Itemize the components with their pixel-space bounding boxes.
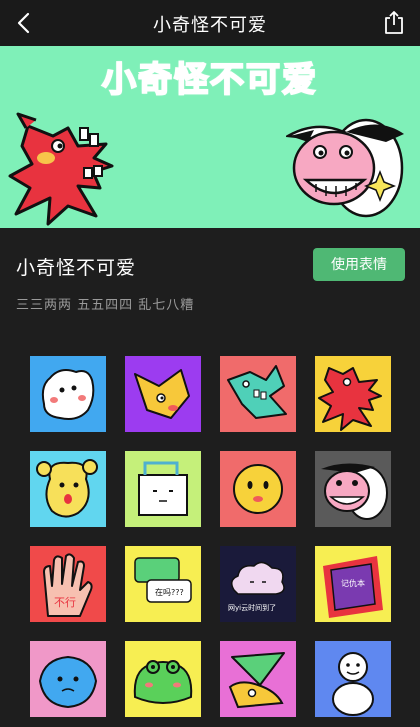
red-dragon-monster-icon — [318, 367, 382, 431]
blue-whale-monster-icon — [38, 655, 98, 709]
sticker-tile[interactable]: 在吗??? — [125, 546, 201, 622]
notebook-text: 记仇本 — [341, 578, 365, 588]
sticker-tile[interactable] — [220, 641, 296, 717]
sticker-grid: 不行 在吗??? 网yi云时间到了 记仇本 — [0, 350, 420, 727]
sticker-tile[interactable]: 网yi云时间到了 — [220, 546, 296, 622]
use-sticker-button[interactable]: 使用表情 — [313, 248, 405, 281]
page-title: 小奇怪不可爱 — [153, 15, 267, 36]
sticker-tile[interactable] — [315, 641, 391, 717]
pack-name: 小奇怪不可爱 — [16, 257, 137, 279]
pig-cow-illustration — [286, 118, 404, 218]
teal-shark-monster-icon — [227, 365, 287, 419]
sticker-tile[interactable] — [30, 451, 106, 527]
sticker-tile[interactable] — [125, 451, 201, 527]
chat-bubbles-icon: 在吗??? — [134, 557, 192, 603]
box-face-icon — [138, 461, 188, 516]
sticker-tile[interactable]: 记仇本 — [315, 546, 391, 622]
sticker-tile[interactable] — [315, 451, 391, 527]
red-dragon-monster-illustration — [8, 112, 114, 226]
snowman-figure-icon — [332, 652, 374, 716]
yellow-smiley-face-icon — [233, 464, 283, 514]
sticker-tile[interactable] — [125, 641, 201, 717]
green-frog-blob-icon — [133, 660, 193, 704]
banner-title: 小奇怪不可爱 — [101, 59, 318, 101]
pack-info: 小奇怪不可爱 三三两两 五五四四 乱七八糟 使用表情 — [0, 228, 420, 338]
green-triangle-bird-icon — [228, 652, 285, 709]
yellow-bird-monster-icon — [134, 369, 190, 419]
white-ghost-monster-icon — [41, 369, 95, 420]
sticker-tile[interactable] — [30, 356, 106, 432]
divider — [0, 338, 420, 350]
sticker-tile[interactable] — [220, 356, 296, 432]
sticker-tile[interactable]: 不行 — [30, 546, 106, 622]
sticker-tile[interactable] — [220, 451, 296, 527]
crying-cloud-icon: 网yi云时间到了 — [228, 561, 285, 612]
yellow-pigtail-girl-icon — [36, 459, 98, 518]
chat-bubble-text: 在吗??? — [155, 587, 184, 597]
sticker-tile[interactable] — [125, 356, 201, 432]
sticker-tile[interactable] — [30, 641, 106, 717]
sticker-tile[interactable] — [315, 356, 391, 432]
pig-face-cow-icon — [321, 463, 388, 520]
hand-no-text: 不行 — [54, 596, 76, 609]
share-icon[interactable] — [382, 9, 406, 35]
pack-description: 三三两两 五五四四 乱七八糟 — [16, 298, 195, 313]
hand-no-icon: 不行 — [43, 553, 93, 617]
top-bar: 小奇怪不可爱 — [0, 0, 420, 46]
cloud-text: 网yi云时间到了 — [228, 603, 276, 612]
pack-banner: 小奇怪不可爱 — [0, 46, 420, 228]
purple-notebook-icon: 记仇本 — [323, 556, 383, 618]
